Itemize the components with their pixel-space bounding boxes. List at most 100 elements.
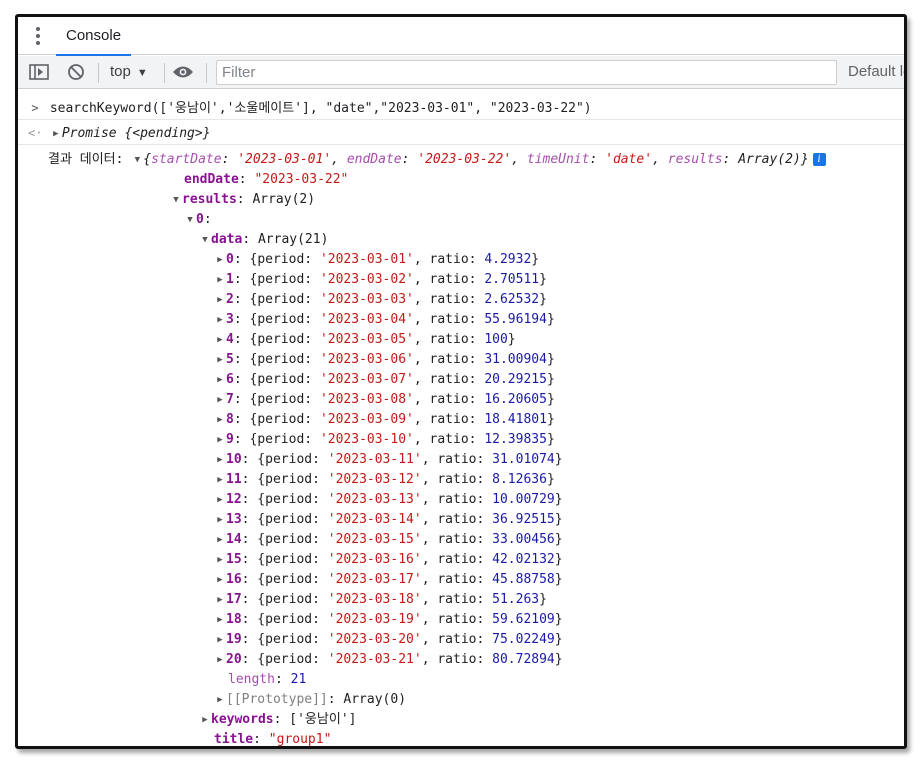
expand-arrow-icon[interactable]: ▶ bbox=[214, 470, 226, 490]
row-ratio-value: 33.00456 bbox=[492, 532, 555, 547]
row-period-value: '2023-03-16' bbox=[327, 552, 422, 567]
data-row[interactable]: ▶ 6: {period: '2023-03-07', ratio: 20.292… bbox=[214, 370, 904, 390]
data-row[interactable]: ▶ 4: {period: '2023-03-05', ratio: 100} bbox=[214, 330, 904, 350]
data-row[interactable]: ▶ 17: {period: '2023-03-18', ratio: 51.26… bbox=[214, 590, 904, 610]
data-row[interactable]: ▶ 14: {period: '2023-03-15', ratio: 33.00… bbox=[214, 530, 904, 550]
data-row[interactable]: ▶ 9: {period: '2023-03-10', ratio: 12.398… bbox=[214, 430, 904, 450]
log-summary-line[interactable]: 결과 데이터: ▼ {startDate: '2023-03-01', endDa… bbox=[48, 150, 904, 170]
data-row[interactable]: ▶ 1: {period: '2023-03-02', ratio: 2.7051… bbox=[214, 270, 904, 290]
row-period-key: period bbox=[265, 572, 313, 587]
prop-title: title: "group1" bbox=[214, 732, 332, 747]
row-ratio-key: ratio bbox=[437, 592, 477, 607]
divider bbox=[18, 119, 904, 120]
context-selector[interactable]: top ▼ bbox=[110, 61, 148, 83]
expand-arrow-icon[interactable]: ▶ bbox=[214, 390, 226, 410]
row-index: 20 bbox=[226, 652, 242, 667]
expand-arrow-icon[interactable]: ▶ bbox=[214, 450, 226, 470]
expand-arrow-icon[interactable]: ▶ bbox=[214, 430, 226, 450]
expand-arrow-icon[interactable]: ▶ bbox=[214, 270, 226, 290]
console-result-line[interactable]: <· ▶ Promise {<pending>} bbox=[28, 123, 904, 144]
collapse-arrow-icon[interactable]: ▼ bbox=[131, 150, 143, 170]
row-ratio-value: 75.02249 bbox=[492, 632, 555, 647]
data-row[interactable]: ▶ 16: {period: '2023-03-17', ratio: 45.88… bbox=[214, 570, 904, 590]
prop-keywords[interactable]: ▶ keywords: ['웅남이'] bbox=[199, 710, 904, 730]
row-index: 0 bbox=[226, 252, 234, 267]
prop-key: title bbox=[214, 732, 254, 747]
collapse-arrow-icon[interactable]: ▼ bbox=[199, 230, 211, 250]
prop-prototype[interactable]: ▶ [[Prototype]]: Array(0) bbox=[214, 690, 904, 710]
prop-results-0[interactable]: ▼ 0: bbox=[184, 210, 904, 230]
console-output: > searchKeyword(['웅남이','소울메이트'], "date",… bbox=[18, 90, 904, 746]
toolbar-divider bbox=[98, 63, 99, 83]
data-row[interactable]: ▶ 2: {period: '2023-03-03', ratio: 2.6253… bbox=[214, 290, 904, 310]
row-index: 5 bbox=[226, 352, 234, 367]
data-row[interactable]: ▶ 19: {period: '2023-03-20', ratio: 75.02… bbox=[214, 630, 904, 650]
info-icon[interactable]: i bbox=[812, 153, 826, 166]
tab-console[interactable]: Console bbox=[56, 17, 132, 56]
expand-arrow-icon[interactable]: ▶ bbox=[50, 124, 62, 144]
sidebar-toggle-icon[interactable] bbox=[28, 61, 50, 83]
row-period-value: '2023-03-21' bbox=[327, 652, 422, 667]
data-row[interactable]: ▶ 12: {period: '2023-03-13', ratio: 10.00… bbox=[214, 490, 904, 510]
clear-console-icon[interactable] bbox=[66, 61, 86, 83]
data-row[interactable]: ▶ 3: {period: '2023-03-04', ratio: 55.961… bbox=[214, 310, 904, 330]
expand-arrow-icon[interactable]: ▶ bbox=[214, 290, 226, 310]
row-period-key: period bbox=[257, 312, 305, 327]
data-row[interactable]: ▶ 13: {period: '2023-03-14', ratio: 36.92… bbox=[214, 510, 904, 530]
expand-arrow-icon[interactable]: ▶ bbox=[214, 630, 226, 650]
expand-arrow-icon[interactable]: ▶ bbox=[214, 550, 226, 570]
data-row[interactable]: ▶ 11: {period: '2023-03-12', ratio: 8.126… bbox=[214, 470, 904, 490]
collapse-arrow-icon[interactable]: ▼ bbox=[184, 210, 196, 230]
row-period-value: '2023-03-14' bbox=[327, 512, 422, 527]
row-period-key: period bbox=[265, 512, 313, 527]
key: endDate bbox=[346, 152, 402, 167]
data-row[interactable]: ▶ 7: {period: '2023-03-08', ratio: 16.206… bbox=[214, 390, 904, 410]
log-label: 결과 데이터: bbox=[48, 152, 124, 167]
expand-arrow-icon[interactable]: ▶ bbox=[214, 650, 226, 670]
row-ratio-key: ratio bbox=[437, 652, 477, 667]
data-row[interactable]: ▶ 0: {period: '2023-03-01', ratio: 4.2932… bbox=[214, 250, 904, 270]
expand-arrow-icon[interactable]: ▶ bbox=[214, 410, 226, 430]
input-prompt-icon: > bbox=[31, 101, 39, 115]
row-period-value: '2023-03-08' bbox=[319, 392, 414, 407]
row-ratio-value: 4.2932 bbox=[484, 252, 532, 267]
data-row[interactable]: ▶ 20: {period: '2023-03-21', ratio: 80.72… bbox=[214, 650, 904, 670]
prop-value: ['웅남이'] bbox=[289, 712, 357, 727]
prop-length: length: 21 bbox=[228, 672, 307, 687]
live-expression-eye-icon[interactable] bbox=[171, 61, 195, 83]
row-ratio-key: ratio bbox=[437, 552, 477, 567]
row-index: 4 bbox=[226, 332, 234, 347]
expand-arrow-icon[interactable]: ▶ bbox=[214, 510, 226, 530]
row-index: 3 bbox=[226, 312, 234, 327]
prop-value: Array(0) bbox=[343, 692, 407, 707]
expand-arrow-icon[interactable]: ▶ bbox=[214, 490, 226, 510]
expand-arrow-icon[interactable]: ▶ bbox=[214, 310, 226, 330]
value: 'date' bbox=[605, 152, 653, 167]
expand-arrow-icon[interactable]: ▶ bbox=[214, 370, 226, 390]
filter-input[interactable]: Filter bbox=[216, 60, 837, 85]
more-options-icon[interactable] bbox=[36, 27, 42, 45]
data-row[interactable]: ▶ 10: {period: '2023-03-11', ratio: 31.01… bbox=[214, 450, 904, 470]
expand-arrow-icon[interactable]: ▶ bbox=[214, 330, 226, 350]
data-row[interactable]: ▶ 18: {period: '2023-03-19', ratio: 59.62… bbox=[214, 610, 904, 630]
expand-arrow-icon[interactable]: ▶ bbox=[214, 250, 226, 270]
data-row[interactable]: ▶ 8: {period: '2023-03-09', ratio: 18.418… bbox=[214, 410, 904, 430]
expand-arrow-icon[interactable]: ▶ bbox=[199, 710, 211, 730]
log-levels-dropdown[interactable]: Default le bbox=[848, 61, 904, 83]
prop-enddate: endDate: "2023-03-22" bbox=[184, 172, 349, 187]
data-row[interactable]: ▶ 5: {period: '2023-03-06', ratio: 31.009… bbox=[214, 350, 904, 370]
prop-results[interactable]: ▼ results: Array(2) bbox=[170, 190, 904, 210]
row-ratio-key: ratio bbox=[429, 252, 469, 267]
expand-arrow-icon[interactable]: ▶ bbox=[214, 590, 226, 610]
row-period-key: period bbox=[257, 332, 305, 347]
expand-arrow-icon[interactable]: ▶ bbox=[214, 690, 226, 710]
expand-arrow-icon[interactable]: ▶ bbox=[214, 350, 226, 370]
collapse-arrow-icon[interactable]: ▼ bbox=[170, 190, 182, 210]
data-row[interactable]: ▶ 15: {period: '2023-03-16', ratio: 42.02… bbox=[214, 550, 904, 570]
expand-arrow-icon[interactable]: ▶ bbox=[214, 610, 226, 630]
expand-arrow-icon[interactable]: ▶ bbox=[214, 530, 226, 550]
prop-data[interactable]: ▼ data: Array(21) bbox=[199, 230, 904, 250]
row-period-key: period bbox=[265, 652, 313, 667]
expand-arrow-icon[interactable]: ▶ bbox=[214, 570, 226, 590]
row-index: 15 bbox=[226, 552, 242, 567]
